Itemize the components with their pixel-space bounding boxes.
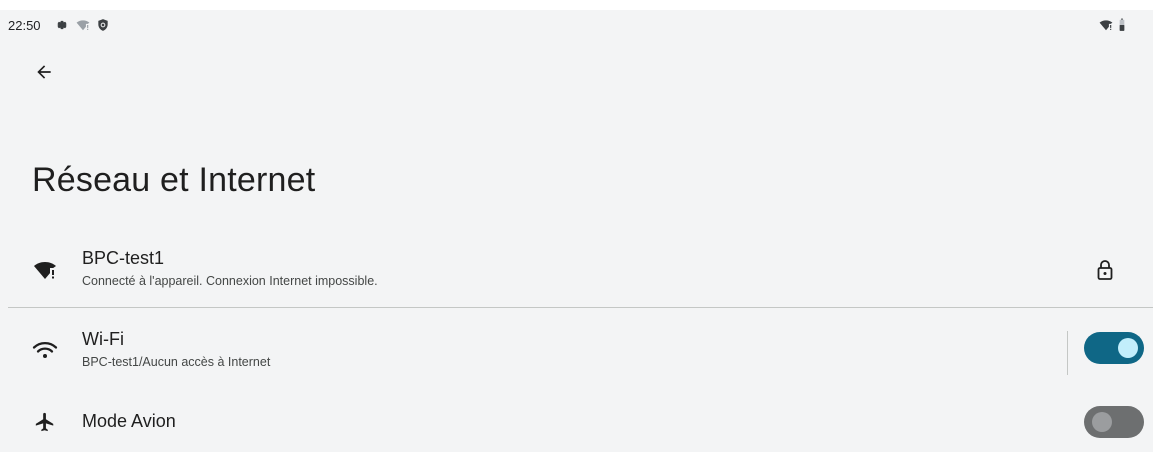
wifi-item[interactable]: Wi-Fi BPC-test1/Aucun accès à Internet (0, 320, 1153, 384)
vertical-divider (1067, 331, 1068, 375)
wifi-subtitle: BPC-test1/Aucun accès à Internet (82, 355, 271, 369)
wifi-icon (31, 336, 59, 364)
wifi-alert-icon (76, 20, 90, 31)
divider (8, 307, 1153, 308)
network-name: BPC-test1 (82, 248, 165, 268)
wifi-toggle[interactable] (1084, 332, 1144, 364)
toggle-thumb (1092, 412, 1112, 432)
toggle-thumb (1118, 338, 1138, 358)
network-item-bpc-test1[interactable]: BPC-test1 Connecté à l'appareil. Connexi… (0, 240, 1153, 306)
status-time: 22:50 (8, 18, 41, 33)
page-title: Réseau et Internet (32, 161, 316, 199)
gear-icon (56, 20, 68, 30)
battery-icon (1119, 18, 1125, 31)
wifi-alert-icon (31, 256, 59, 284)
airplane-mode-title: Mode Avion (82, 411, 176, 431)
airplane-mode-item[interactable]: Mode Avion (0, 400, 1153, 444)
settings-screen: 22:50 Réseau et Internet BPC-test1 Conne… (0, 10, 1153, 452)
airplane-icon (31, 408, 59, 436)
back-button[interactable] (30, 58, 58, 86)
arrow-back-icon (37, 65, 51, 79)
network-status: Connecté à l'appareil. Connexion Interne… (82, 274, 378, 288)
wifi-alert-icon (1099, 20, 1113, 31)
airplane-mode-toggle[interactable] (1084, 406, 1144, 438)
wifi-title: Wi-Fi (82, 329, 124, 349)
status-bar: 22:50 (0, 10, 1153, 40)
shield-icon (98, 19, 108, 31)
lock-icon (1093, 258, 1117, 282)
